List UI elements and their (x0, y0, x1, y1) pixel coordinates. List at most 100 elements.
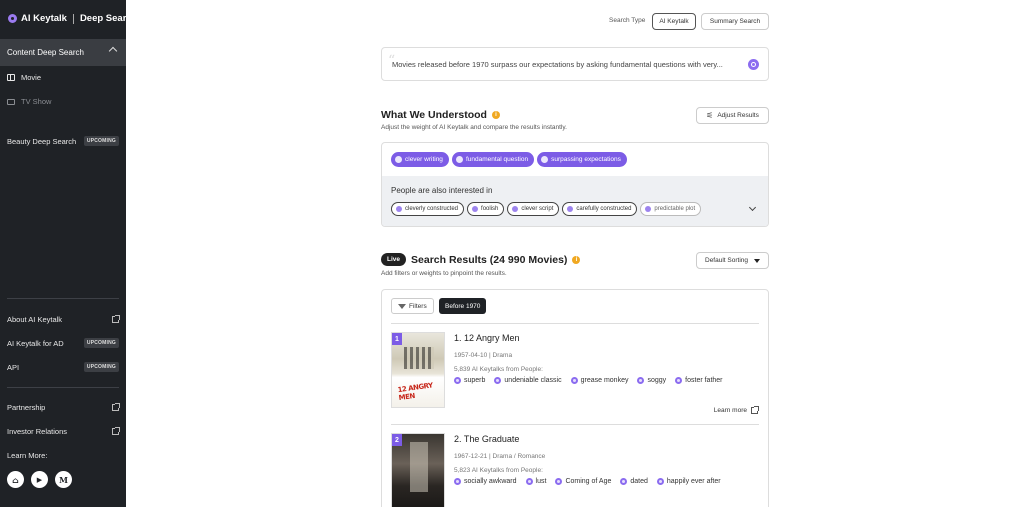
keytalk-logo-icon (8, 14, 17, 23)
keytalk-icon (675, 377, 683, 384)
sidebar-item-label: Movie (21, 73, 42, 82)
row-divider (391, 424, 759, 425)
movie-tag[interactable]: socially awkward (454, 478, 517, 485)
keytalk-icon (570, 377, 578, 384)
sidebar-link-partnership[interactable]: Partnership (7, 403, 120, 412)
movie-title[interactable]: 2. The Graduate (454, 434, 519, 444)
sidebar-item-label: Content Deep Search (7, 48, 84, 57)
quote-icon: “ (388, 53, 396, 69)
keytalk-icon (454, 478, 461, 485)
movie-meta: 1967-12-21 | Drama / Romance (454, 453, 546, 460)
understood-panel: clever writing fundamental question surp… (381, 142, 769, 227)
sidebar-item-tv-show[interactable]: TV Show (7, 97, 51, 106)
movie-tag[interactable]: happily ever after (656, 478, 721, 485)
results-panel: Filters Before 1970 12 ANGRY MEN 1 1. 12… (381, 289, 769, 507)
movie-tag[interactable]: lust (525, 478, 546, 485)
filter-icon (398, 303, 406, 309)
movie-tags: socially awkward lust Coming of Age date… (454, 478, 721, 485)
info-icon[interactable]: i (572, 255, 581, 264)
interest-chips: cleverly constructed foolish clever scri… (391, 202, 702, 216)
movie-poster[interactable]: 2 (391, 433, 445, 507)
movie-tag[interactable]: grease monkey (570, 377, 628, 384)
row-divider (391, 323, 759, 324)
search-type-summary-button[interactable]: Summary Search (701, 13, 769, 30)
movie-tag[interactable]: soggy (637, 377, 666, 384)
keytalk-icon (567, 206, 574, 212)
external-link-icon (112, 427, 120, 435)
keytalk-icon (620, 478, 628, 485)
info-icon[interactable]: i (491, 111, 500, 119)
social-links: ⌂ ▶ M (7, 471, 72, 488)
interest-title: People are also interested in (391, 186, 493, 195)
movie-tag[interactable]: superb (454, 377, 485, 384)
sidebar-divider (7, 387, 119, 388)
external-link-icon (751, 406, 759, 414)
movie-meta: 1957-04-10 | Drama (454, 352, 513, 359)
movie-tag[interactable]: undeniable classic (494, 377, 562, 384)
sidebar-link-investor-relations[interactable]: Investor Relations (7, 427, 120, 436)
filter-chip-before-1970[interactable]: Before 1970 (439, 298, 487, 314)
keytalk-chip[interactable]: clever writing (391, 152, 449, 167)
home-icon[interactable]: ⌂ (7, 471, 24, 488)
filters-button[interactable]: Filters (391, 298, 434, 314)
movie-title[interactable]: 1. 12 Angry Men (454, 333, 520, 343)
keytalk-icon (637, 377, 645, 384)
rank-badge: 1 (392, 333, 402, 345)
learn-more-link[interactable]: Learn more (714, 406, 759, 414)
sidebar-item-label: Investor Relations (7, 427, 68, 436)
interest-chip[interactable]: carefully constructed (562, 202, 638, 216)
brand-logo[interactable]: AI Keytalk Deep Search (8, 13, 138, 24)
movie-tags: superb undeniable classic grease monkey … (454, 377, 723, 384)
sort-select[interactable]: Default Sorting (696, 252, 769, 269)
youtube-icon[interactable]: ▶ (31, 471, 48, 488)
film-icon (7, 74, 15, 81)
sidebar-item-label: TV Show (21, 97, 52, 106)
sidebar-divider (7, 298, 119, 299)
search-type-label: Search Type (609, 17, 646, 24)
keytalk-icon (454, 377, 461, 384)
main-content: Search Type AI Keytalk Summary Search “ … (126, 0, 1024, 507)
live-badge: Live (381, 253, 407, 266)
chevron-down-icon[interactable] (748, 203, 757, 212)
poster-figures (410, 442, 428, 492)
sidebar-link-api[interactable]: API UPCOMING (7, 362, 119, 372)
learn-more-label: Learn More: (7, 451, 48, 460)
brand-name: AI Keytalk (21, 13, 67, 24)
sidebar-link-about[interactable]: About AI Keytalk (7, 315, 120, 324)
search-type-ai-keytalk-button[interactable]: AI Keytalk (652, 13, 696, 30)
adjust-results-button[interactable]: ⚟ Adjust Results (696, 107, 769, 124)
results-title: Live Search Results (24 990 Movies) i (381, 253, 581, 266)
keytalk-chip[interactable]: surpassing expectations (537, 152, 627, 167)
brand-separator (72, 13, 74, 24)
sidebar-item-label: Beauty Deep Search (7, 136, 77, 146)
sidebar-link-keytalk-ad[interactable]: AI Keytalk for AD UPCOMING (7, 338, 119, 348)
interest-chip[interactable]: clever script (507, 202, 560, 216)
sliders-icon: ⚟ (706, 111, 714, 120)
search-query-input[interactable]: “ Movies released before 1970 surpass ou… (381, 47, 769, 81)
keytalk-icon (645, 206, 652, 212)
movie-poster[interactable]: 12 ANGRY MEN 1 (391, 332, 445, 408)
keytalk-icon (512, 206, 519, 212)
movie-tag[interactable]: foster father (675, 377, 723, 384)
keytalk-icon (555, 478, 563, 485)
medium-icon[interactable]: M (55, 471, 72, 488)
keytalk-chips: clever writing fundamental question surp… (391, 152, 627, 167)
movie-tag[interactable]: Coming of Age (555, 478, 611, 485)
interest-chip[interactable]: foolish (467, 202, 505, 216)
external-link-icon (112, 403, 120, 411)
interest-chip[interactable]: cleverly constructed (391, 202, 465, 216)
keytalk-icon (396, 206, 402, 212)
keytalk-chip[interactable]: fundamental question (451, 152, 535, 167)
interest-chip[interactable]: predictable plot (640, 202, 702, 216)
movie-tag[interactable]: dated (620, 478, 648, 485)
understood-title: What We Understood i (381, 109, 500, 121)
sidebar-item-beauty-deep-search[interactable]: Beauty Deep Search UPCOMING (7, 136, 119, 146)
submit-search-icon[interactable] (748, 59, 759, 70)
caret-down-icon (754, 258, 760, 263)
keytalk-icon (525, 478, 533, 485)
sidebar-item-content-deep-search[interactable]: Content Deep Search (0, 39, 126, 66)
sidebar-item-movie[interactable]: Movie (7, 73, 41, 82)
sidebar-item-label: Partnership (7, 403, 46, 412)
keytalk-icon (395, 156, 402, 163)
results-subtitle: Add filters or weights to pinpoint the r… (381, 270, 507, 277)
